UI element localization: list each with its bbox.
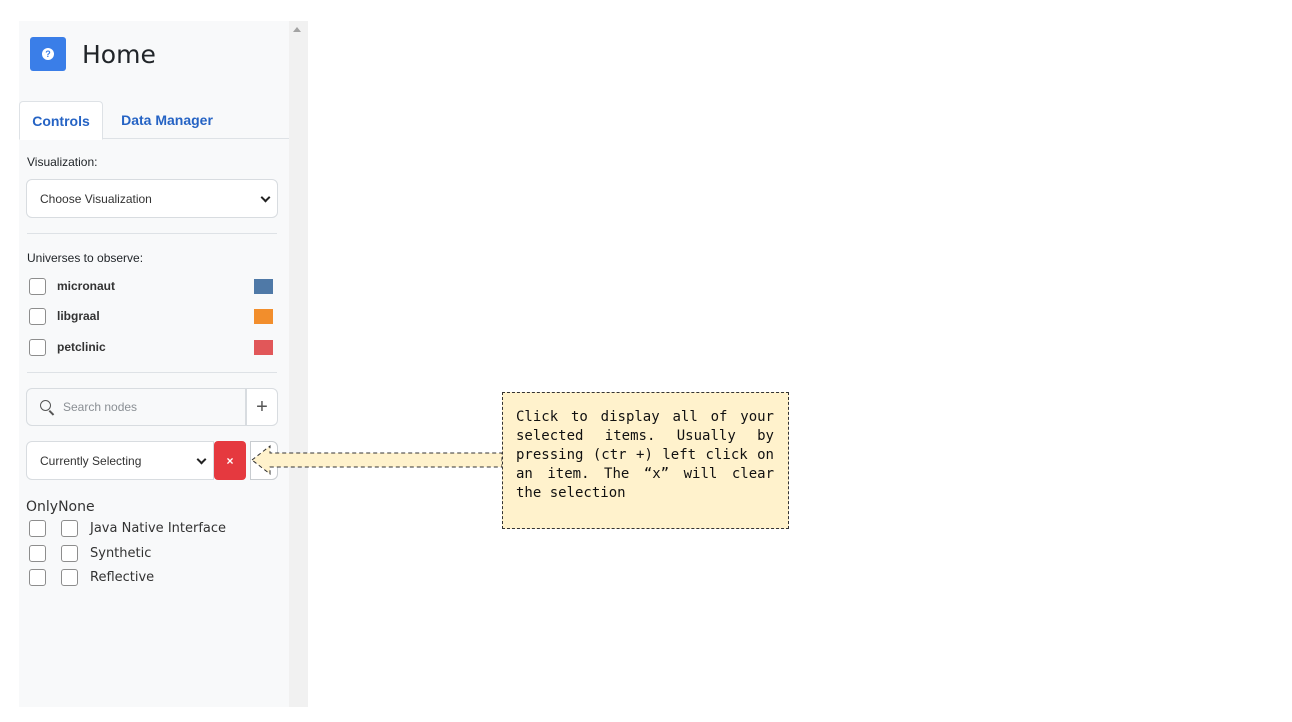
tooltip-callout: Click to display all of your selected it… (502, 392, 789, 529)
visualization-select[interactable]: Choose Visualization (26, 179, 278, 218)
clear-selection-button[interactable]: × (214, 441, 246, 480)
chevron-down-icon (196, 454, 207, 464)
chevron-down-icon (260, 192, 271, 202)
scroll-up-arrow-icon[interactable] (293, 27, 301, 32)
filter-label: Synthetic (90, 545, 152, 561)
tab-controls[interactable]: Controls (19, 101, 103, 140)
none-checkbox[interactable] (61, 568, 78, 586)
selection-select-value: Currently Selecting (40, 453, 142, 468)
universe-label: libgraal (57, 309, 100, 323)
universe-item-micronaut: micronaut (29, 276, 273, 296)
universe-item-petclinic: petclinic (29, 337, 273, 357)
only-checkbox[interactable] (29, 519, 46, 537)
selection-select[interactable]: Currently Selecting (26, 441, 214, 480)
filter-item-synthetic: Synthetic (29, 544, 151, 562)
callout-text: Click to display all of your selected it… (516, 409, 774, 501)
help-circle-icon[interactable]: ? (30, 37, 66, 71)
filter-item-jni: Java Native Interface (29, 519, 226, 537)
color-swatch (254, 339, 273, 355)
search-input[interactable]: Search nodes (26, 388, 246, 426)
universe-checkbox[interactable] (29, 307, 46, 325)
tab-bar: Controls Data Manager (19, 101, 289, 140)
filter-label: Reflective (90, 569, 155, 585)
none-checkbox[interactable] (61, 544, 78, 562)
callout-arrow-icon (251, 444, 503, 476)
only-checkbox[interactable] (29, 568, 46, 586)
filter-label: Java Native Interface (90, 520, 227, 536)
search-placeholder: Search nodes (63, 400, 138, 414)
visualization-label: Visualization: (27, 155, 98, 169)
universe-item-libgraal: libgraal (29, 306, 273, 326)
universe-checkbox[interactable] (29, 338, 46, 356)
page-title: Home (82, 39, 156, 69)
only-checkbox[interactable] (29, 544, 46, 562)
tab-data-manager[interactable]: Data Manager (115, 101, 219, 139)
none-checkbox[interactable] (61, 519, 78, 537)
search-icon (39, 399, 55, 416)
sidebar-scrollbar[interactable] (289, 21, 308, 707)
filter-header: OnlyNone (26, 499, 95, 515)
sidebar: ? Home Controls Data Manager Visualizati… (19, 21, 289, 707)
universe-label: petclinic (57, 340, 106, 354)
color-swatch (254, 308, 273, 324)
sidebar-header: ? Home (30, 37, 156, 71)
filter-item-reflective: Reflective (29, 568, 154, 586)
divider (27, 233, 277, 234)
add-node-button[interactable]: + (246, 388, 278, 426)
universes-label: Universes to observe: (27, 251, 144, 265)
color-swatch (254, 278, 273, 294)
visualization-select-value: Choose Visualization (40, 191, 152, 206)
universe-label: micronaut (57, 279, 116, 293)
universe-checkbox[interactable] (29, 277, 46, 295)
divider (27, 372, 277, 373)
